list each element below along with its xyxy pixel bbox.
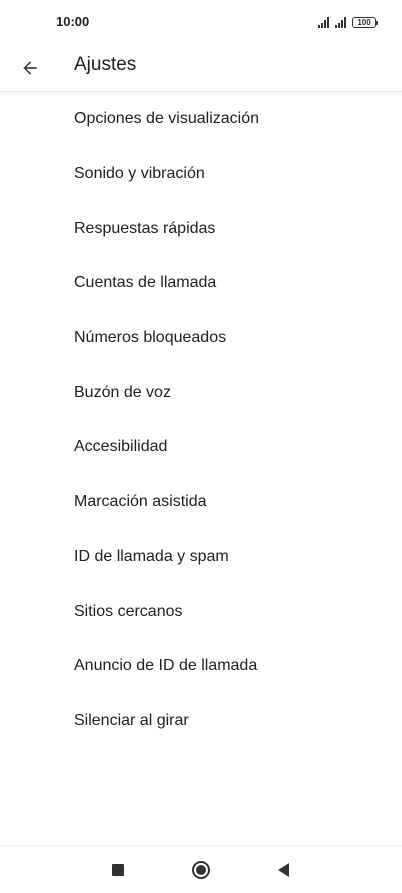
settings-item-caller-id-spam[interactable]: ID de llamada y spam (0, 530, 402, 585)
signal-icon (318, 17, 329, 28)
back-button[interactable] (12, 50, 48, 86)
nav-bar (0, 845, 402, 893)
settings-item-caller-id-announcement[interactable]: Anuncio de ID de llamada (0, 639, 402, 694)
square-icon (112, 864, 124, 876)
settings-item-calling-accounts[interactable]: Cuentas de llamada (0, 256, 402, 311)
signal-icon (335, 17, 346, 28)
settings-item-sound-vibration[interactable]: Sonido y vibración (0, 147, 402, 202)
settings-item-quick-responses[interactable]: Respuestas rápidas (0, 201, 402, 256)
arrow-back-icon (23, 61, 37, 75)
settings-list: Opciones de visualización Sonido y vibra… (0, 92, 402, 748)
recent-apps-button[interactable] (94, 846, 142, 893)
settings-item-display-options[interactable]: Opciones de visualización (0, 92, 402, 147)
battery-icon: 100 (352, 17, 378, 28)
circle-icon (192, 861, 210, 879)
settings-item-assisted-dialing[interactable]: Marcación asistida (0, 475, 402, 530)
screen: 10:00 100 Ajustes Opciones de visualizac… (0, 0, 402, 893)
app-bar: Ajustes (0, 44, 402, 92)
status-bar: 10:00 100 (0, 0, 402, 44)
page-title: Ajustes (74, 54, 137, 75)
settings-item-accessibility[interactable]: Accesibilidad (0, 420, 402, 475)
home-button[interactable] (177, 846, 225, 893)
settings-item-blocked-numbers[interactable]: Números bloqueados (0, 311, 402, 366)
settings-item-voicemail[interactable]: Buzón de voz (0, 365, 402, 420)
status-icons: 100 (318, 14, 378, 28)
settings-item-nearby-places[interactable]: Sitios cercanos (0, 584, 402, 639)
settings-item-flip-to-silence[interactable]: Silenciar al girar (0, 694, 402, 749)
system-back-button[interactable] (259, 846, 307, 893)
status-time: 10:00 (56, 14, 90, 29)
triangle-back-icon (277, 863, 289, 877)
